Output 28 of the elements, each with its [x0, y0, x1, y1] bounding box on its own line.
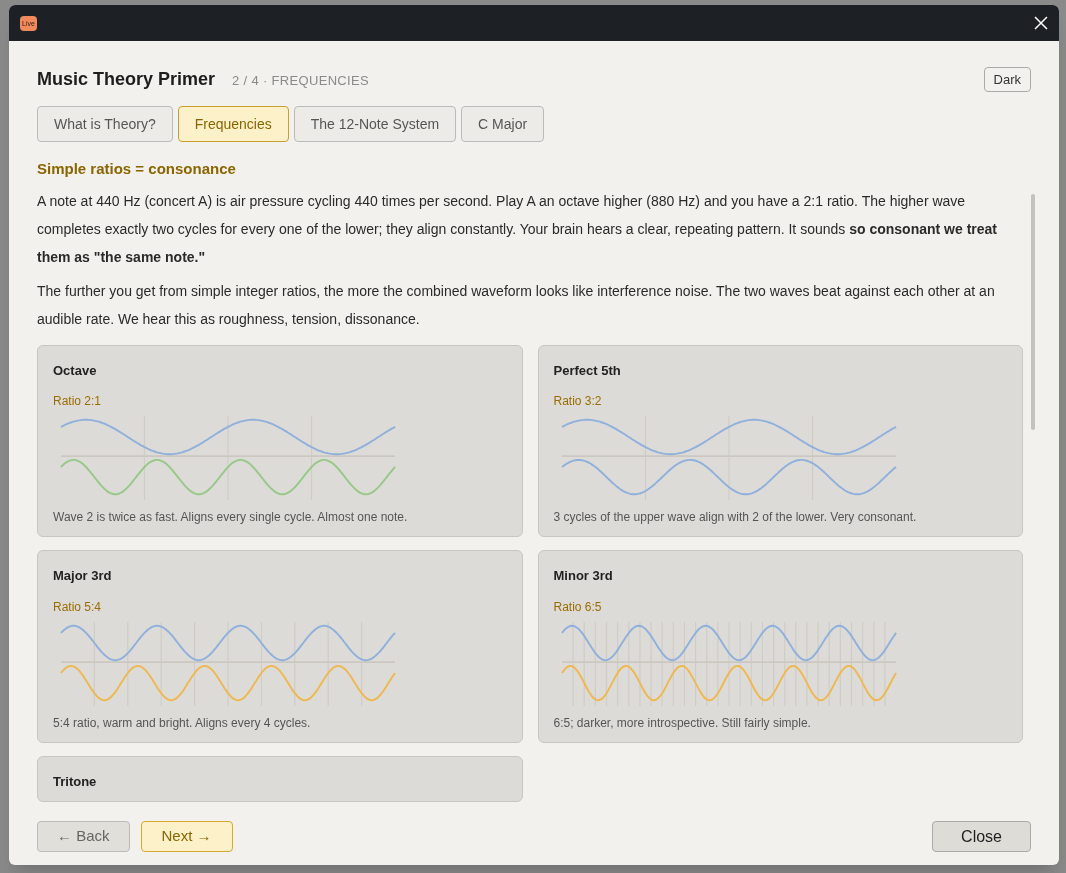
card-caption: 3 cycles of the upper wave align with 2 of the lower. Very consonant. [553, 509, 918, 526]
tab[interactable]: The 12-Note System [293, 106, 457, 142]
card-caption: 6:5; darker, more introspective. Still fairly simple. [553, 714, 812, 732]
close-icon[interactable] [1034, 16, 1048, 30]
tab[interactable]: C Major [461, 106, 545, 142]
tab[interactable]: Frequencies [177, 106, 289, 142]
ratio-label: Ratio 2:1 [53, 393, 103, 410]
card-title: Major 3rd [53, 567, 113, 585]
body-paragraph: A note at 440 Hz (concert A) is air pressure cycling 440 times per second. Play A an octave higher (880 Hz) and you have a 2:1 ratio. The higher wave completes exactly two cycles for every one of the lower; they align constantly. Your brain hears a clear, repeating pattern. It sounds so consonant we treat them as "the same note." [37, 191, 998, 267]
card-title: Octave [53, 361, 98, 380]
ratio-label: Ratio 5:4 [53, 598, 103, 616]
card-caption: Wave 2 is twice as fast. Aligns every single cycle. Almost one note. [53, 509, 409, 526]
back-button[interactable]: ← Back [37, 821, 130, 852]
ratio-label: Ratio 3:2 [553, 393, 603, 410]
card-title: Perfect 5th [553, 361, 622, 380]
dialog-title: Music Theory Primer [37, 68, 216, 91]
ratio-label: Ratio 6:5 [553, 598, 603, 616]
card-title: Minor 3rd [553, 567, 614, 585]
card-title: Tritone [53, 772, 98, 791]
theme-button[interactable]: Dark [983, 66, 1031, 93]
card-caption: 5:4 ratio, warm and bright. Aligns every 4 cycles. [53, 714, 312, 732]
body-paragraph: The further you get from simple integer ratios, the more the combined waveform looks like interference noise. The two waves beat against each other at an audible rate. We hear this as roughness, tension, dissonance. [37, 281, 996, 329]
next-button[interactable]: Next → [140, 821, 233, 852]
scrollbar[interactable] [1031, 194, 1035, 430]
step-indicator: 2 / 4 · FREQUENCIES [232, 72, 369, 90]
close-button[interactable]: Close [932, 821, 1031, 852]
tab[interactable]: What is Theory? [37, 106, 173, 142]
section-heading: Simple ratios = consonance [37, 159, 237, 179]
